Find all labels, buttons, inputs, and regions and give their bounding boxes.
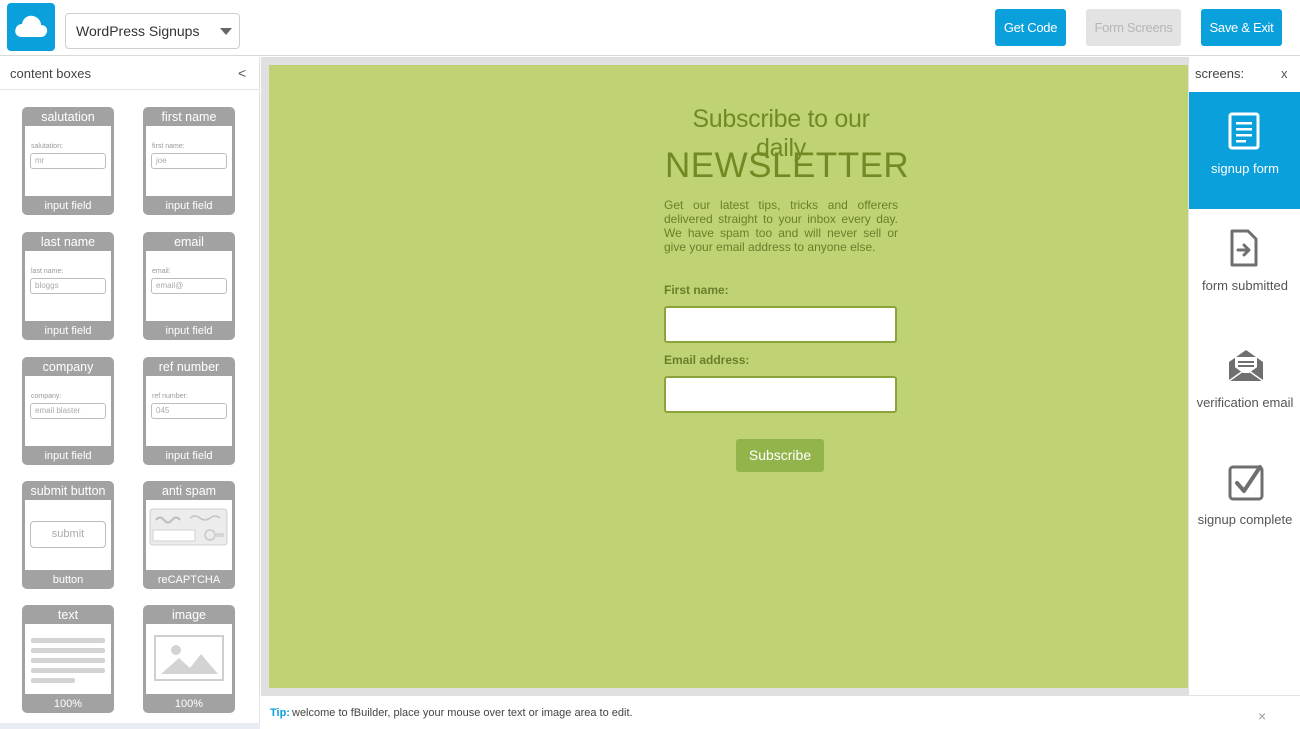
box-header: ref number xyxy=(158,360,220,374)
screens-panel: screens: x signup form form submitted ve… xyxy=(1188,57,1300,695)
box-type-label: input field xyxy=(165,450,213,462)
preview-field-label: ref number: xyxy=(152,393,188,400)
box-preview xyxy=(146,500,232,570)
box-type-label: input field xyxy=(44,450,92,462)
box-type-label: input field xyxy=(44,325,92,337)
content-box-submit-button[interactable]: submit button submit button xyxy=(22,481,114,589)
box-type-label: input field xyxy=(44,200,92,212)
screen-label: form submitted xyxy=(1202,278,1288,293)
project-select-value: WordPress Signups xyxy=(76,23,200,39)
preview-field-label: last name: xyxy=(31,268,64,275)
box-preview xyxy=(146,624,232,694)
box-header: salutation xyxy=(41,110,95,124)
first-name-label: First name: xyxy=(664,283,729,297)
box-header: last name xyxy=(40,235,96,249)
subscribe-button[interactable]: Subscribe xyxy=(736,439,824,472)
email-address-label: Email address: xyxy=(664,353,750,367)
preview-field-input: 045 xyxy=(151,403,227,419)
project-select[interactable]: WordPress Signups xyxy=(65,13,240,49)
content-box-anti-spam[interactable]: anti spam reCAPTCHA xyxy=(143,481,235,589)
box-preview: salutation: mr xyxy=(25,126,111,196)
content-box-ref-number[interactable]: ref number ref number: 045 input field xyxy=(143,357,235,465)
tip-bar: Tip: welcome to fBuilder, place your mou… xyxy=(261,695,1300,729)
collapse-panel-button[interactable]: < xyxy=(238,65,246,81)
screen-signup-complete[interactable]: signup complete xyxy=(1189,443,1300,560)
box-header: text xyxy=(57,608,79,622)
text-lines-icon xyxy=(31,638,105,683)
screen-form-submitted[interactable]: form submitted xyxy=(1189,209,1300,326)
box-preview: submit xyxy=(25,500,111,570)
newsletter-body-text[interactable]: Get our latest tips, tricks and offerers… xyxy=(664,198,898,254)
box-type-label: reCAPTCHA xyxy=(157,574,221,586)
tip-text: welcome to fBuilder, place your mouse ov… xyxy=(292,707,633,719)
box-type-label: 100% xyxy=(53,698,83,710)
box-header: company xyxy=(42,360,94,374)
content-box-text[interactable]: text 100% xyxy=(22,605,114,713)
screen-signup-form[interactable]: signup form xyxy=(1189,92,1300,209)
screen-verification-email[interactable]: verification email xyxy=(1189,326,1300,443)
open-envelope-icon xyxy=(1228,350,1264,382)
checkbox-checked-icon xyxy=(1228,465,1264,501)
box-preview: first name: joe xyxy=(146,126,232,196)
preview-field-label: salutation: xyxy=(31,143,63,150)
content-box-image[interactable]: image 100% xyxy=(143,605,235,713)
box-header: email xyxy=(174,235,204,249)
screen-label: signup complete xyxy=(1197,512,1293,527)
preview-field-label: first name: xyxy=(152,143,185,150)
content-boxes-title: content boxes xyxy=(10,66,91,81)
email-address-input[interactable] xyxy=(664,376,897,413)
content-box-email[interactable]: email email: email@ input field xyxy=(143,232,235,340)
preview-submit-button: submit xyxy=(30,521,106,548)
box-type-label: input field xyxy=(165,325,213,337)
box-header: image xyxy=(171,608,207,622)
form-screens-button[interactable]: Form Screens xyxy=(1086,9,1181,46)
content-boxes-header: content boxes < xyxy=(0,57,260,90)
close-screens-button[interactable]: x xyxy=(1281,66,1288,81)
form-icon xyxy=(1228,112,1260,150)
tip-label: Tip: xyxy=(270,707,290,719)
screen-label: verification email xyxy=(1196,395,1294,410)
box-preview: email: email@ xyxy=(146,251,232,321)
image-placeholder-icon xyxy=(154,635,224,681)
chevron-down-icon xyxy=(220,28,232,35)
box-preview: company: email blaster xyxy=(25,376,111,446)
preview-field-input: joe xyxy=(151,153,227,169)
close-tip-button[interactable]: × xyxy=(1258,708,1266,724)
panel-scroll-strip xyxy=(0,723,260,729)
content-box-first-name[interactable]: first name first name: joe input field xyxy=(143,107,235,215)
screens-header: screens: x xyxy=(1189,57,1300,91)
preview-field-label: company: xyxy=(31,393,62,400)
captcha-icon xyxy=(149,508,228,546)
top-toolbar: WordPress Signups Get Code Form Screens … xyxy=(0,0,1300,56)
screens-title: screens: xyxy=(1195,66,1245,81)
first-name-input[interactable] xyxy=(664,306,897,343)
preview-field-input: mr xyxy=(30,153,106,169)
box-header: first name xyxy=(161,110,217,124)
document-arrow-icon xyxy=(1230,229,1258,267)
box-type-label: input field xyxy=(165,200,213,212)
preview-field-input: email@ xyxy=(151,278,227,294)
editor-canvas-area: Subscribe to our daily NEWSLETTER Get ou… xyxy=(261,57,1188,695)
box-preview: last name: bloggs xyxy=(25,251,111,321)
box-preview xyxy=(25,624,111,694)
screen-label: signup form xyxy=(1211,161,1279,176)
form-canvas[interactable]: Subscribe to our daily NEWSLETTER Get ou… xyxy=(269,65,1188,688)
content-boxes-panel: content boxes < salutation salutation: m… xyxy=(0,57,260,729)
newsletter-title[interactable]: NEWSLETTER xyxy=(665,146,909,186)
content-box-company[interactable]: company company: email blaster input fie… xyxy=(22,357,114,465)
get-code-button[interactable]: Get Code xyxy=(995,9,1066,46)
preview-field-input: email blaster xyxy=(30,403,106,419)
box-header: anti spam xyxy=(161,484,217,498)
save-exit-button[interactable]: Save & Exit xyxy=(1201,9,1282,46)
content-box-salutation[interactable]: salutation salutation: mr input field xyxy=(22,107,114,215)
preview-field-input: bloggs xyxy=(30,278,106,294)
content-box-last-name[interactable]: last name last name: bloggs input field xyxy=(22,232,114,340)
box-header: submit button xyxy=(30,484,106,498)
box-type-label: button xyxy=(52,574,84,586)
preview-field-label: email: xyxy=(152,268,171,275)
cloud-icon xyxy=(15,15,48,37)
box-type-label: 100% xyxy=(174,698,204,710)
box-preview: ref number: 045 xyxy=(146,376,232,446)
app-logo[interactable] xyxy=(7,3,55,51)
